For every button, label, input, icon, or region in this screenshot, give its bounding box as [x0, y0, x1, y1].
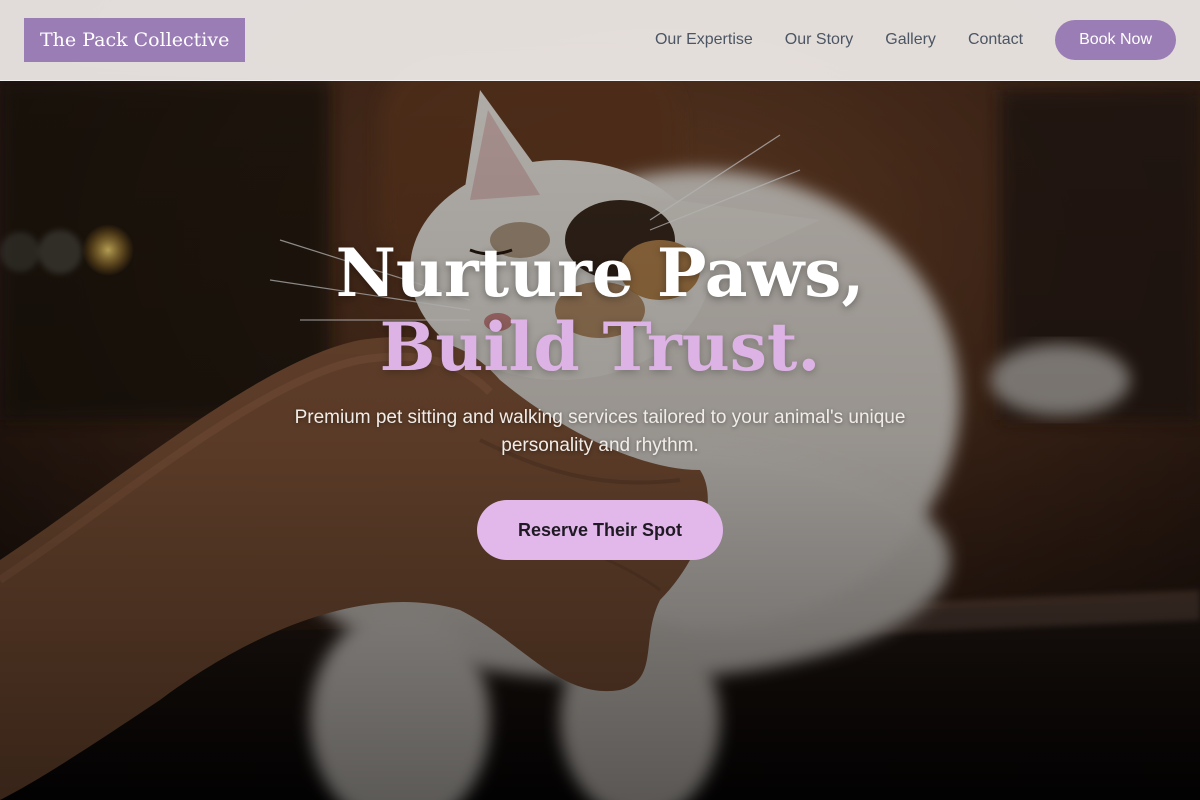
site-header: The Pack Collective Our Expertise Our St… — [0, 0, 1200, 81]
hero-section: Nurture Paws, Build Trust. Premium pet s… — [0, 0, 1200, 800]
nav-link-story[interactable]: Our Story — [785, 31, 853, 49]
book-now-button[interactable]: Book Now — [1055, 20, 1176, 60]
nav-link-expertise[interactable]: Our Expertise — [655, 31, 753, 49]
hero-content: Nurture Paws, Build Trust. Premium pet s… — [0, 236, 1200, 560]
site-logo[interactable]: The Pack Collective — [24, 18, 246, 62]
hero-subtitle: Premium pet sitting and walking services… — [294, 407, 906, 456]
hero-headline-line1: Nurture Paws, — [335, 234, 865, 312]
nav-link-contact[interactable]: Contact — [968, 31, 1023, 49]
main-nav: Our Expertise Our Story Gallery Contact … — [655, 20, 1176, 60]
nav-link-gallery[interactable]: Gallery — [885, 31, 936, 49]
reserve-spot-button[interactable]: Reserve Their Spot — [477, 500, 723, 560]
hero-headline-line2: Build Trust. — [379, 308, 821, 386]
